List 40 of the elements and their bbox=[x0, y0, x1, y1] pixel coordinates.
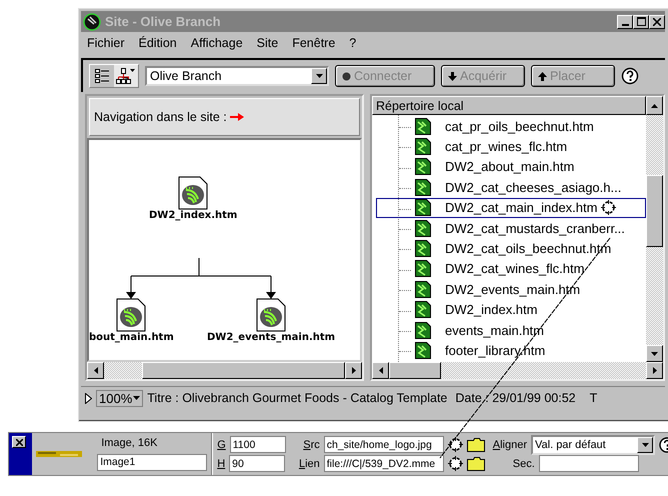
document-date: Date : 29/01/99 00:52 bbox=[455, 391, 576, 405]
width-label: G bbox=[217, 438, 226, 450]
file-row[interactable]: DW2_cat_oils_beechnut.htm bbox=[376, 238, 646, 259]
link-field[interactable]: file:///C|/539_DV2.mme bbox=[324, 455, 444, 472]
menu-item[interactable]: Site bbox=[256, 36, 278, 50]
window-title: Site - Olive Branch bbox=[105, 14, 222, 29]
file-row[interactable]: events_main.htm bbox=[376, 320, 646, 340]
file-row[interactable]: cat_pr_wines_flc.htm bbox=[376, 136, 646, 157]
height-label: H bbox=[217, 458, 226, 470]
site-map-node[interactable]: DW2_events_main.htm bbox=[207, 298, 336, 343]
src-label: Src bbox=[302, 438, 320, 450]
menu-item[interactable]: ? bbox=[349, 36, 356, 50]
sec-label: Sec. bbox=[512, 458, 535, 470]
site-map-node[interactable]: DW2_index.htm bbox=[149, 176, 238, 221]
file-row[interactable]: cat_pr_oils_beechnut.htm bbox=[376, 116, 646, 136]
document-title: Titre : Olivebranch Gourmet Foods - Catalog Template bbox=[147, 391, 448, 405]
width-field[interactable]: 1100 bbox=[230, 436, 286, 453]
image-name-field[interactable]: Image1 bbox=[97, 454, 208, 471]
menu-item[interactable]: Fichier bbox=[87, 36, 125, 50]
align-dropdown[interactable]: Val. par défaut bbox=[531, 434, 655, 454]
height-field[interactable]: 90 bbox=[229, 455, 286, 472]
file-row[interactable]: DW2_index.htm bbox=[376, 300, 646, 320]
file-row[interactable]: DW2_about_main.htm bbox=[376, 156, 646, 178]
link-label: Lien bbox=[298, 458, 320, 470]
file-row[interactable]: DW2_cat_mustards_cranberr... bbox=[376, 218, 646, 238]
align-label: Aligner bbox=[492, 438, 527, 450]
file-row[interactable]: DW2_cat_wines_flc.htm bbox=[376, 258, 646, 280]
site-dropdown[interactable]: Olive Branch bbox=[145, 66, 329, 86]
menu-item[interactable]: Fenêtre bbox=[292, 36, 336, 50]
column-header[interactable]: Répertoire local bbox=[372, 96, 646, 115]
element-type-label: Image, 16K bbox=[100, 437, 158, 450]
file-row[interactable]: DW2_cat_cheeses_asiago.h... bbox=[376, 177, 646, 198]
menu-item[interactable]: Édition bbox=[138, 36, 177, 50]
site-map-node[interactable]: bout_main.htm bbox=[89, 298, 174, 343]
zoom-dropdown[interactable]: 100% bbox=[96, 390, 144, 406]
site-navigation-label: Navigation dans le site : bbox=[94, 110, 227, 124]
status-text: T bbox=[590, 391, 598, 405]
file-row[interactable]: DW2_cat_main_index.htm bbox=[376, 198, 646, 218]
menu-item[interactable]: Affichage bbox=[190, 36, 243, 50]
src-field[interactable]: ch_site/home_logo.jpg bbox=[324, 436, 444, 453]
